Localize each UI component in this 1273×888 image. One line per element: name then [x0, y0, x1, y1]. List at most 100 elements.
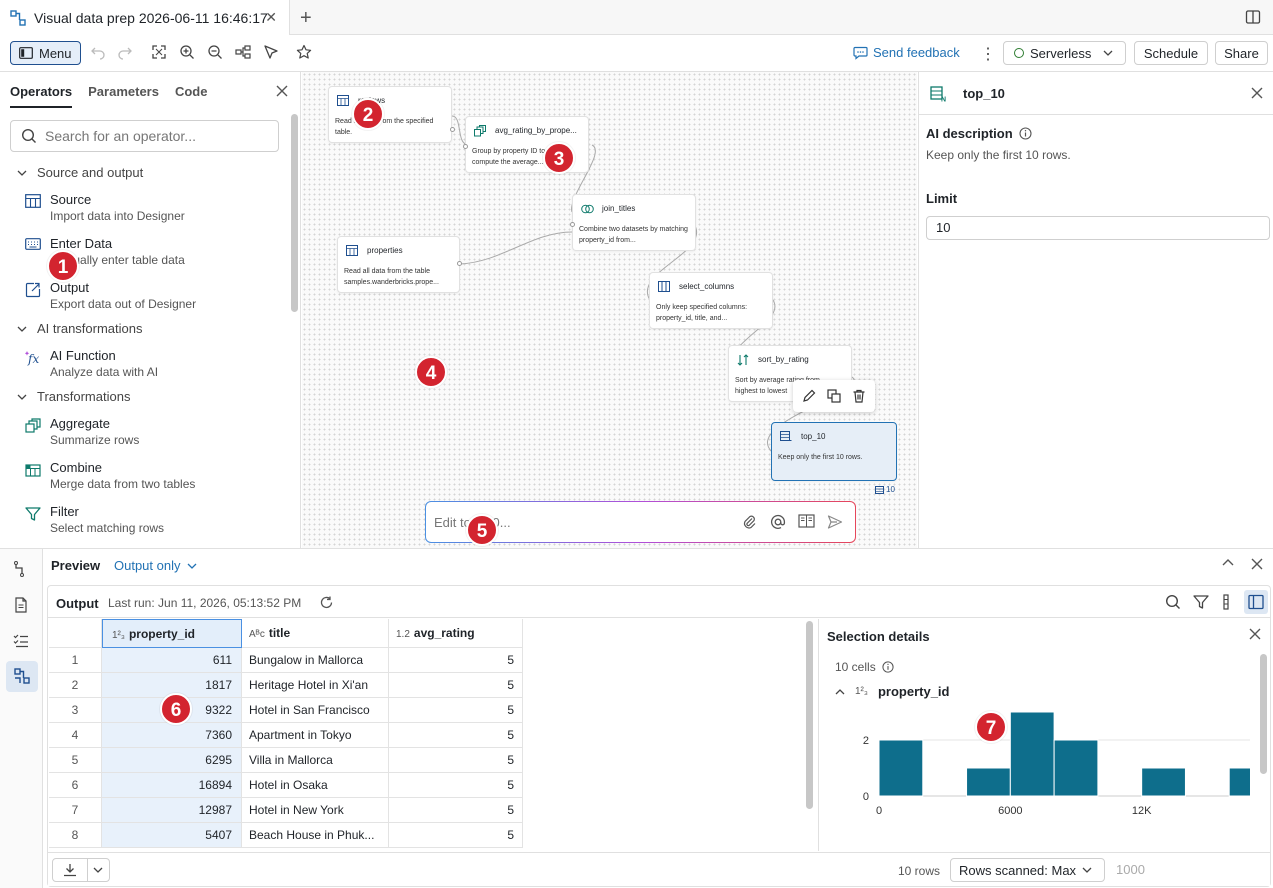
close-icon[interactable]: ✕ [265, 9, 277, 26]
node-join-titles[interactable]: join_titles Combine two datasets by matc… [570, 194, 696, 251]
edit-icon[interactable] [802, 389, 816, 403]
cell-avg-rating[interactable]: 5 [389, 823, 523, 848]
output-port[interactable] [457, 261, 462, 266]
section-ai-transformations[interactable]: AI transformations [17, 321, 143, 336]
cell-title[interactable]: Heritage Hotel in Xi'an [242, 673, 389, 698]
menu-button[interactable]: Menu [10, 41, 81, 65]
input-port[interactable] [463, 144, 468, 149]
cell-property-id[interactable]: 16894 [102, 773, 242, 798]
section-source-and-output[interactable]: Source and output [17, 165, 143, 180]
lineage-icon[interactable] [13, 561, 29, 577]
operator-search-input[interactable]: Search for an operator... [10, 120, 279, 152]
table-row[interactable]: 6 16894 Hotel in Osaka 5 [49, 773, 523, 798]
table-row[interactable]: 8 5407 Beach House in Phuk... 5 [49, 823, 523, 848]
section-transformations[interactable]: Transformations [17, 389, 130, 404]
node-properties[interactable]: properties Read all data from the table … [337, 236, 462, 293]
column-header-avg-rating[interactable]: 1.2 avg_rating [389, 619, 523, 648]
fit-view-icon[interactable] [151, 44, 167, 60]
duplicate-icon[interactable] [827, 389, 841, 403]
node-select-columns[interactable]: select_columns Only keep specified colum… [649, 272, 773, 329]
close-icon[interactable] [1248, 627, 1262, 641]
close-icon[interactable] [1250, 86, 1264, 100]
send-icon[interactable] [827, 514, 843, 530]
cell-title[interactable]: Hotel in Osaka [242, 773, 389, 798]
cell-avg-rating[interactable]: 5 [389, 698, 523, 723]
cell-avg-rating[interactable]: 5 [389, 673, 523, 698]
selection-panel-toggle[interactable] [1244, 590, 1268, 614]
delete-icon[interactable] [852, 389, 866, 403]
tab-parameters[interactable]: Parameters [88, 84, 159, 108]
undo-icon[interactable] [90, 44, 106, 60]
cell-property-id[interactable]: 7360 [102, 723, 242, 748]
node-reviews[interactable]: reviews Read all data from the specified… [328, 86, 455, 143]
sidebar-toggle-icon[interactable] [1245, 9, 1261, 25]
schedule-button[interactable]: Schedule [1134, 41, 1208, 65]
cell-title[interactable]: Bungalow in Mallorca [242, 648, 389, 673]
cell-avg-rating[interactable]: 5 [389, 723, 523, 748]
zoom-out-icon[interactable] [207, 44, 223, 60]
close-icon[interactable] [275, 84, 289, 98]
rows-limit-input[interactable]: 1000 [1108, 858, 1248, 882]
download-button[interactable] [52, 858, 110, 882]
column-header-title[interactable]: Aᴮc title [242, 619, 389, 648]
cell-avg-rating[interactable]: 5 [389, 748, 523, 773]
column-header-property-id[interactable]: 1²₃ property_id [102, 619, 242, 648]
scrollbar[interactable] [806, 621, 813, 809]
cell-title[interactable]: Hotel in San Francisco [242, 698, 389, 723]
table-row[interactable]: 1 611 Bungalow in Mallorca 5 [49, 648, 523, 673]
table-row[interactable]: 3 9322 Hotel in San Francisco 5 [49, 698, 523, 723]
table-row[interactable]: 2 1817 Heritage Hotel in Xi'an 5 [49, 673, 523, 698]
more-options-icon[interactable]: ⋮ [980, 44, 996, 64]
attach-icon[interactable] [742, 514, 756, 530]
star-icon[interactable] [296, 44, 312, 60]
cell-title[interactable]: Hotel in New York [242, 798, 389, 823]
scrollbar[interactable] [291, 114, 298, 312]
chevron-up-icon[interactable] [1222, 558, 1234, 566]
column-settings-icon[interactable] [1221, 594, 1231, 610]
send-feedback-link[interactable]: Send feedback [853, 45, 960, 60]
cell-title[interactable]: Apartment in Tokyo [242, 723, 389, 748]
cell-property-id[interactable]: 6295 [102, 748, 242, 773]
add-tab-button[interactable]: + [300, 7, 312, 30]
checklist-icon[interactable] [13, 633, 29, 649]
filter-icon[interactable] [1193, 594, 1209, 610]
tab-operators[interactable]: Operators [10, 84, 73, 108]
chevron-down-icon[interactable] [93, 867, 103, 873]
table-row[interactable]: 7 12987 Hotel in New York 5 [49, 798, 523, 823]
limit-input[interactable]: 10 [926, 216, 1270, 240]
search-icon[interactable] [1165, 594, 1181, 610]
scrollbar[interactable] [1260, 654, 1267, 774]
rows-scanned-dropdown[interactable]: Rows scanned: Max [950, 858, 1105, 882]
document-icon[interactable] [13, 597, 29, 613]
cell-property-id[interactable]: 12987 [102, 798, 242, 823]
cell-avg-rating[interactable]: 5 [389, 648, 523, 673]
cell-property-id[interactable]: 611 [102, 648, 242, 673]
cell-avg-rating[interactable]: 5 [389, 798, 523, 823]
tab-visual-data-prep[interactable]: Visual data prep 2026-06-11 16:46:17 ✕ [0, 0, 290, 35]
info-icon[interactable] [882, 661, 894, 673]
cell-avg-rating[interactable]: 5 [389, 773, 523, 798]
select-pointer-icon[interactable] [263, 44, 279, 60]
input-port[interactable] [570, 222, 575, 227]
node-top-10[interactable]: top_10 Keep only the first 10 rows. [771, 422, 897, 481]
info-icon[interactable] [1019, 127, 1032, 140]
data-prep-icon[interactable] [14, 668, 30, 684]
zoom-in-icon[interactable] [179, 44, 195, 60]
compute-selector[interactable]: Serverless [1003, 41, 1126, 65]
cell-title[interactable]: Villa in Mallorca [242, 748, 389, 773]
selected-column-header[interactable]: 1²₃ property_id [835, 684, 949, 699]
mention-icon[interactable] [770, 514, 786, 530]
cell-title[interactable]: Beach House in Phuk... [242, 823, 389, 848]
tab-code[interactable]: Code [175, 84, 208, 108]
table-row[interactable]: 5 6295 Villa in Mallorca 5 [49, 748, 523, 773]
output-port[interactable] [450, 127, 455, 132]
book-icon[interactable] [798, 514, 815, 528]
table-row[interactable]: 4 7360 Apartment in Tokyo 5 [49, 723, 523, 748]
auto-layout-icon[interactable] [235, 44, 251, 60]
redo-icon[interactable] [117, 44, 133, 60]
preview-filter-dropdown[interactable]: Output only [114, 558, 197, 573]
cell-property-id[interactable]: 5407 [102, 823, 242, 848]
refresh-icon[interactable] [319, 595, 334, 610]
close-icon[interactable] [1250, 557, 1264, 571]
pipeline-canvas[interactable]: reviews Read all data from the specified… [302, 72, 917, 548]
